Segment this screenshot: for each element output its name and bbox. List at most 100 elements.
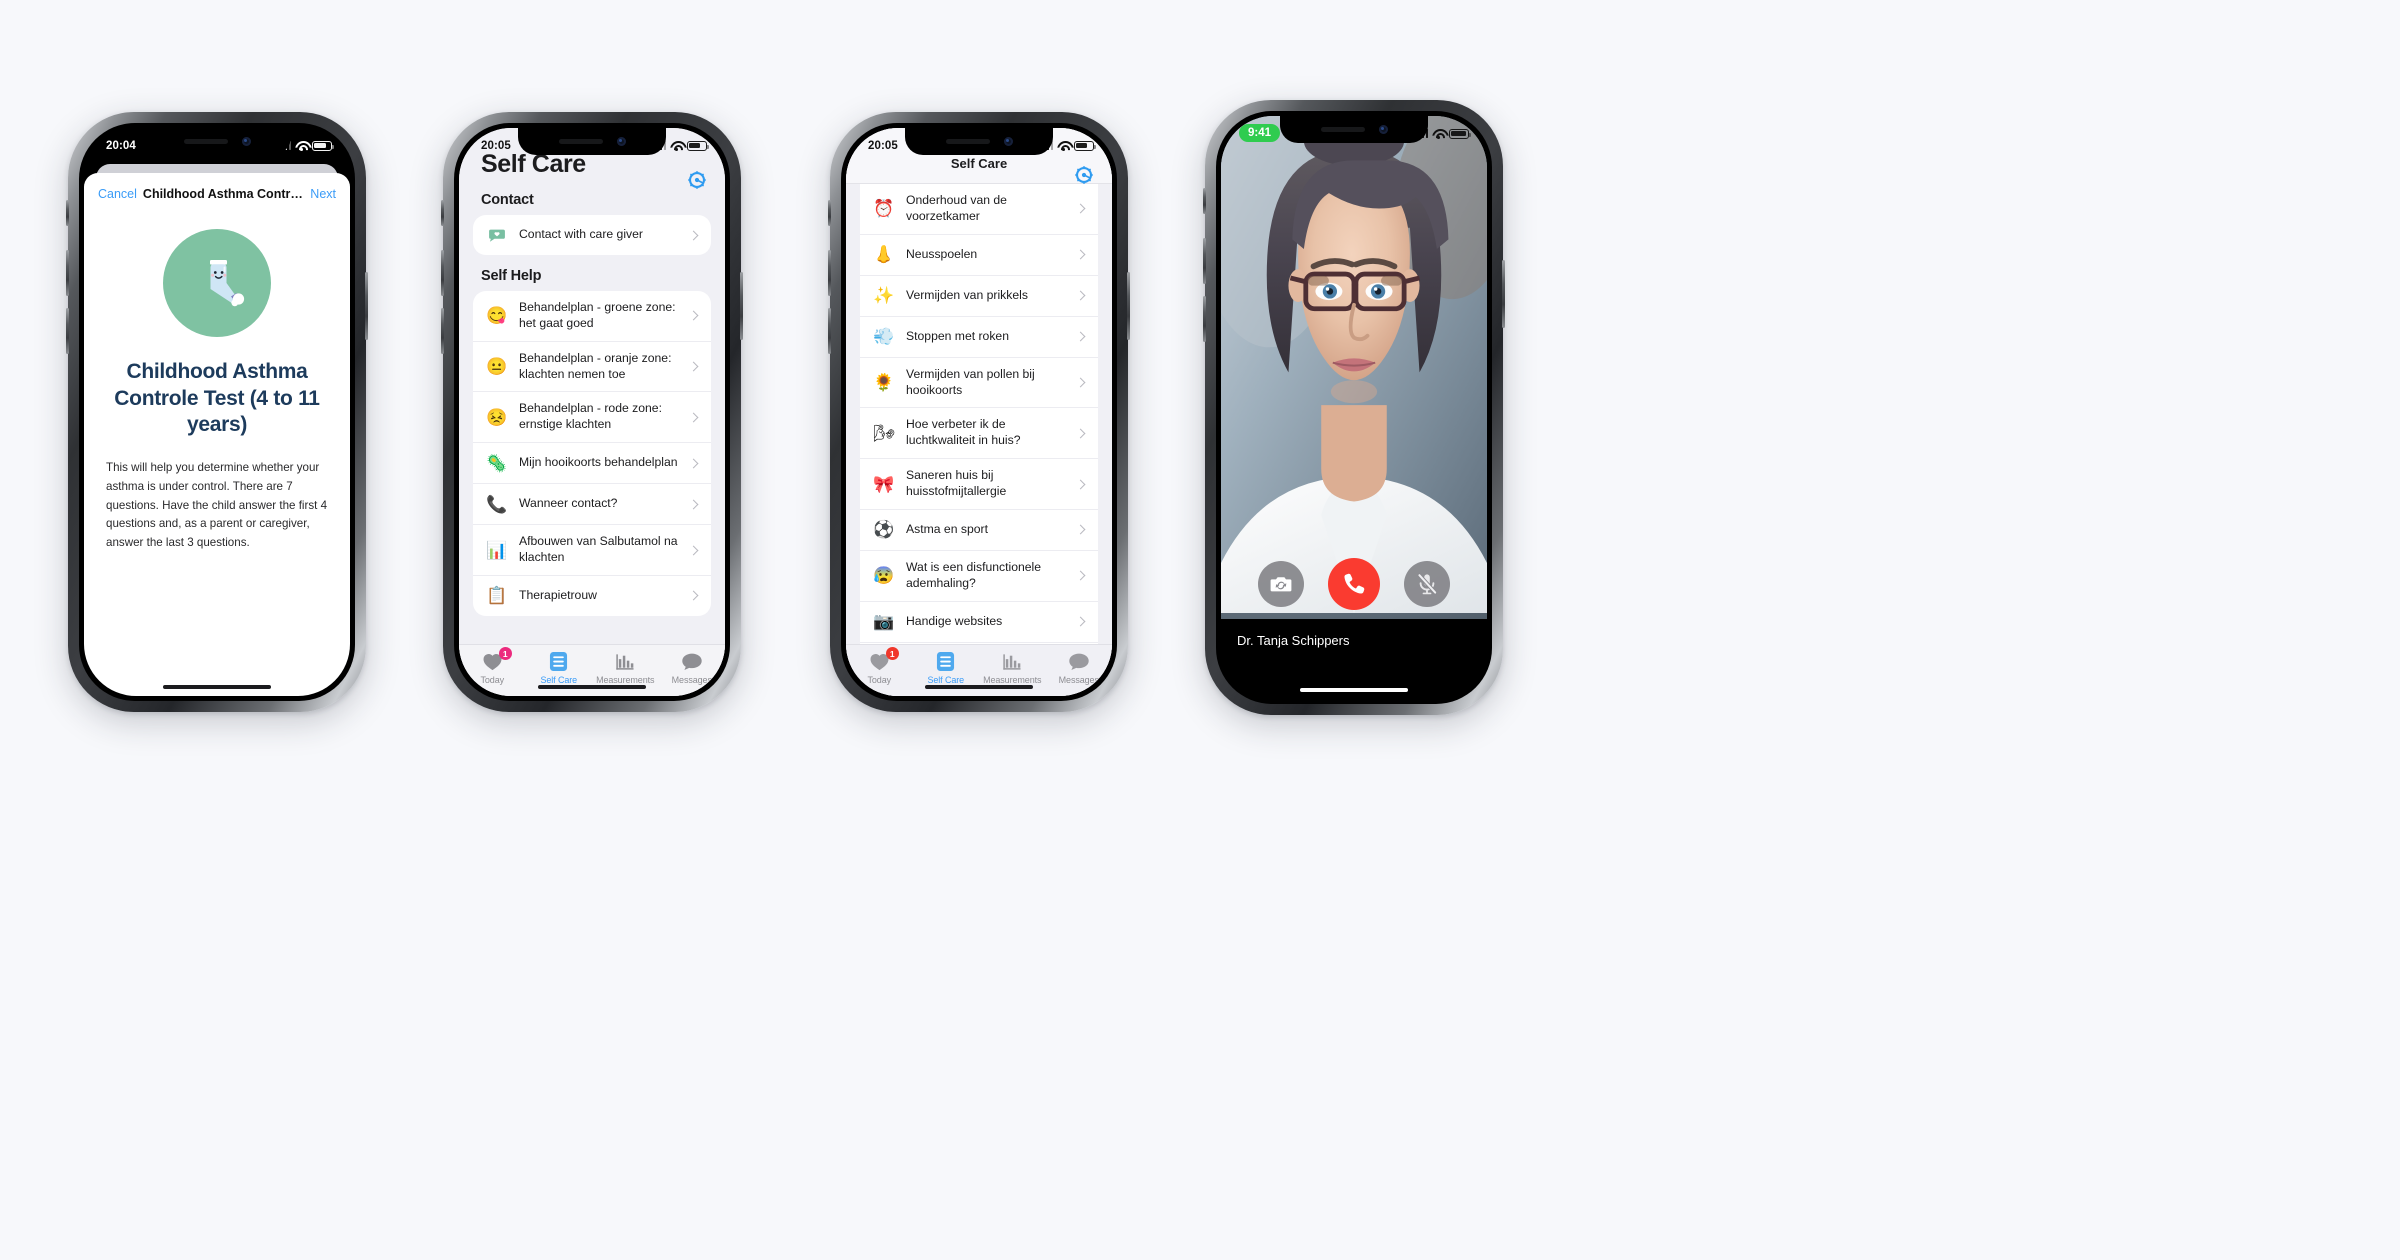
list-item-label: Behandelplan - rode zone: ernstige klach… bbox=[519, 401, 662, 432]
cancel-button[interactable]: Cancel bbox=[98, 187, 137, 201]
camera-icon: 📷 bbox=[873, 612, 895, 632]
list-item[interactable]: 💨 Stoppen met roken bbox=[860, 317, 1098, 358]
notch bbox=[143, 128, 291, 155]
call-controls bbox=[1221, 558, 1487, 610]
volume-down-button[interactable] bbox=[66, 308, 69, 354]
neutral-face-icon: 😐 bbox=[486, 357, 508, 377]
list-item[interactable]: 😐 Behandelplan - oranje zone: klachten n… bbox=[473, 342, 711, 393]
volume-up-button[interactable] bbox=[441, 250, 444, 296]
list-item-label: Stoppen met roken bbox=[906, 328, 1009, 343]
badge-count: 1 bbox=[885, 647, 899, 660]
tab-self-care[interactable]: Self Care bbox=[526, 651, 593, 685]
volume-down-button[interactable] bbox=[828, 308, 831, 354]
next-button[interactable]: Next bbox=[310, 187, 336, 201]
alarm-clock-icon: ⏰ bbox=[873, 199, 895, 219]
list-item-label: Hoe verbeter ik de luchtkwaliteit in hui… bbox=[906, 417, 1021, 448]
telephone-icon: 📞 bbox=[486, 494, 508, 514]
home-indicator[interactable] bbox=[538, 685, 646, 689]
status-time: 20:05 bbox=[868, 139, 898, 152]
power-button[interactable] bbox=[1502, 260, 1505, 328]
list-item-label: Afbouwen van Salbutamol na klachten bbox=[519, 534, 678, 565]
list-item-label: Vermijden van prikkels bbox=[906, 287, 1028, 302]
mute-switch[interactable] bbox=[441, 200, 444, 226]
tab-messages[interactable]: Messages bbox=[659, 651, 726, 685]
volume-up-button[interactable] bbox=[66, 250, 69, 296]
document-icon bbox=[549, 651, 568, 672]
settings-button[interactable] bbox=[686, 169, 708, 196]
mute-switch[interactable] bbox=[1203, 188, 1206, 214]
phone-4-screen: 9:41 Dr. Tanja Schippers bbox=[1221, 116, 1487, 699]
switch-camera-button[interactable] bbox=[1258, 561, 1304, 607]
tab-label: Self Care bbox=[927, 675, 965, 685]
tab-measurements[interactable]: Measurements bbox=[979, 651, 1046, 685]
self-care-scroll-area[interactable]: Self Care Contact Contact with care give… bbox=[459, 128, 725, 644]
list-item[interactable]: 📷 Handige websites bbox=[860, 602, 1098, 643]
chevron-right-icon bbox=[1075, 290, 1086, 301]
home-indicator[interactable] bbox=[163, 685, 271, 689]
volume-down-button[interactable] bbox=[1203, 296, 1206, 342]
tab-today[interactable]: 1 Today bbox=[459, 647, 526, 685]
list-item[interactable]: 🌻 Vermijden van pollen bij hooikoorts bbox=[860, 358, 1098, 409]
tab-messages[interactable]: Messages bbox=[1046, 651, 1113, 685]
list-item-label: Wat is een disfunctionele ademhaling? bbox=[906, 559, 1042, 590]
chevron-right-icon bbox=[688, 590, 699, 601]
list-item[interactable]: 👃 Neusspoelen bbox=[860, 235, 1098, 276]
tab-label: Messages bbox=[1058, 675, 1099, 685]
phone-2-bezel: 20:05 Self Care Contact Contact with car… bbox=[454, 123, 730, 701]
sheet-navigation-bar: Cancel Childhood Asthma Controle... Next bbox=[84, 173, 350, 215]
list-item[interactable]: 📞 Wanneer contact? bbox=[473, 484, 711, 526]
self-care-scroll-area[interactable]: ⏰ Onderhoud van de voorzetkamer 👃 Neussp… bbox=[846, 184, 1112, 644]
tab-measurements[interactable]: Measurements bbox=[592, 651, 659, 685]
earpiece-speaker bbox=[183, 139, 228, 144]
list-item[interactable]: 🎀 Saneren huis bij huisstofmijtallergie bbox=[860, 459, 1098, 510]
screenshot-stage: 20:04 Cancel Childhood Asthma Controle..… bbox=[0, 0, 2400, 1260]
home-indicator[interactable] bbox=[925, 685, 1033, 689]
wifi-icon bbox=[1432, 129, 1445, 139]
volume-up-button[interactable] bbox=[1203, 238, 1206, 284]
nose-icon: 👃 bbox=[873, 245, 895, 265]
section-heading: Self Help bbox=[481, 268, 542, 284]
volume-up-button[interactable] bbox=[828, 250, 831, 296]
list-item-label: Contact with care giver bbox=[519, 227, 643, 242]
badge-count: 1 bbox=[498, 647, 512, 660]
end-call-button[interactable] bbox=[1328, 558, 1380, 610]
list-item[interactable]: ⚽ Astma en sport bbox=[860, 510, 1098, 551]
list-item[interactable]: 📊 Afbouwen van Salbutamol na klachten bbox=[473, 525, 711, 576]
microbe-icon: 🦠 bbox=[486, 453, 508, 473]
list-item[interactable]: 😣 Behandelplan - rode zone: ernstige kla… bbox=[473, 392, 711, 444]
front-camera-icon bbox=[1378, 125, 1388, 134]
battery-icon bbox=[312, 140, 334, 151]
list-item[interactable]: 😰 Wat is een disfunctionele ademhaling? bbox=[860, 551, 1098, 602]
tab-label: Self Care bbox=[540, 675, 578, 685]
list-item[interactable]: 😋 Behandelplan - groene zone: het gaat g… bbox=[473, 291, 711, 342]
list-item[interactable]: ⏰ Onderhoud van de voorzetkamer bbox=[860, 184, 1098, 235]
list-item-label: Astma en sport bbox=[906, 521, 988, 536]
bar-chart-icon bbox=[1002, 651, 1023, 672]
earpiece-speaker bbox=[558, 139, 603, 144]
chevron-right-icon bbox=[1075, 570, 1086, 581]
list-item[interactable]: 🦠 Mijn hooikoorts behandelplan bbox=[473, 443, 711, 485]
list-item[interactable]: 🌬 Hoe verbeter ik de luchtkwaliteit in h… bbox=[860, 408, 1098, 460]
home-indicator[interactable] bbox=[1300, 688, 1408, 692]
list-item-label: Vermijden van pollen bij hooikoorts bbox=[906, 366, 1035, 397]
power-button[interactable] bbox=[1127, 272, 1130, 340]
settings-button[interactable] bbox=[1073, 164, 1095, 189]
anxious-face-icon: 😰 bbox=[873, 566, 895, 586]
power-button[interactable] bbox=[365, 272, 368, 340]
power-button[interactable] bbox=[740, 272, 743, 340]
tab-self-care[interactable]: Self Care bbox=[913, 651, 980, 685]
list-item-label: Handige websites bbox=[906, 613, 1003, 628]
page-title: Childhood Asthma Controle Test (4 to 11 … bbox=[114, 360, 320, 437]
mute-microphone-button[interactable] bbox=[1404, 561, 1450, 607]
list-item-label: Behandelplan - groene zone: het gaat goe… bbox=[519, 300, 676, 330]
tab-today[interactable]: 1 Today bbox=[846, 647, 913, 685]
mute-switch[interactable] bbox=[66, 200, 69, 226]
volume-down-button[interactable] bbox=[441, 308, 444, 354]
mute-switch[interactable] bbox=[828, 200, 831, 226]
list-item[interactable]: 📋 Therapietrouw bbox=[473, 576, 711, 616]
checklist-icon: 📋 bbox=[486, 586, 508, 606]
front-camera-icon bbox=[1003, 137, 1013, 146]
contact-card: Contact with care giver bbox=[473, 215, 711, 255]
list-item[interactable]: Contact with care giver bbox=[473, 215, 711, 255]
list-item[interactable]: ✨ Vermijden van prikkels bbox=[860, 276, 1098, 317]
